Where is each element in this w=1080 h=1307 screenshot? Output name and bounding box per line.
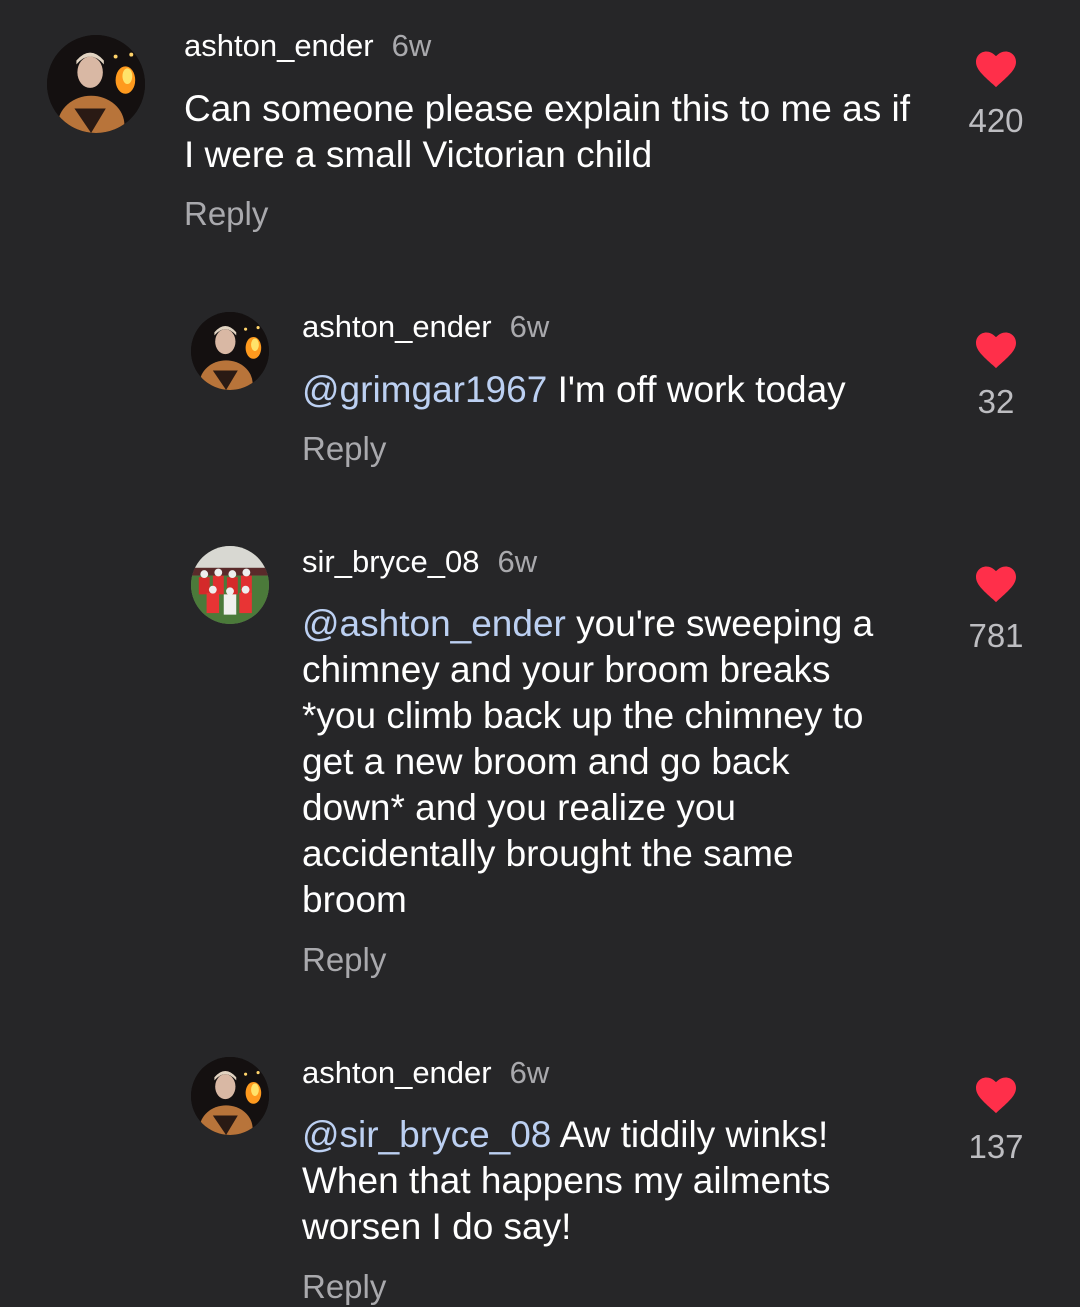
comment-body: Can someone please explain this to me as… [184, 88, 911, 175]
like-button[interactable]: 137 [951, 1074, 1041, 1166]
comment-text: @sir_bryce_08 Aw tiddily winks! When tha… [302, 1112, 902, 1250]
heart-icon [976, 332, 1016, 369]
username[interactable]: ashton_ender [184, 28, 374, 63]
like-count: 137 [968, 1128, 1024, 1165]
avatar[interactable] [191, 546, 269, 624]
timestamp: 6w [509, 1055, 550, 1090]
comment-text: @grimgar1967 I'm off work today [302, 367, 922, 413]
avatar[interactable] [47, 35, 145, 133]
like-button[interactable]: 781 [951, 563, 1041, 655]
timestamp: 6w [391, 28, 432, 63]
reply-button[interactable]: Reply [302, 429, 386, 469]
timestamp: 6w [509, 309, 550, 344]
avatar-fire-photo-icon [191, 312, 269, 390]
avatar-fire-photo-icon [47, 35, 145, 133]
username[interactable]: ashton_ender [302, 309, 492, 344]
mention-link[interactable]: @ashton_ender [302, 603, 566, 644]
like-button[interactable]: 32 [951, 329, 1041, 421]
avatar-fire-photo-icon [191, 1057, 269, 1135]
comment-meta: ashton_ender 6w [302, 1054, 549, 1092]
avatar[interactable] [191, 1057, 269, 1135]
comment-text: Can someone please explain this to me as… [184, 86, 929, 178]
heart-icon [976, 51, 1016, 88]
comment-body: I'm off work today [547, 369, 846, 410]
reply-button[interactable]: Reply [184, 194, 268, 234]
comment-meta: sir_bryce_08 6w [302, 543, 537, 581]
comment-text: @ashton_ender you're sweeping a chimney … [302, 601, 902, 923]
like-count: 32 [977, 383, 1015, 420]
comment-meta: ashton_ender 6w [184, 27, 431, 65]
heart-icon [976, 566, 1016, 603]
comment-body: you're sweeping a chimney and your broom… [302, 603, 874, 920]
comment-meta: ashton_ender 6w [302, 308, 549, 346]
like-count: 420 [968, 102, 1024, 139]
username[interactable]: ashton_ender [302, 1055, 492, 1090]
mention-link[interactable]: @sir_bryce_08 [302, 1114, 551, 1155]
like-button[interactable]: 420 [951, 48, 1041, 140]
avatar[interactable] [191, 312, 269, 390]
like-count: 781 [968, 617, 1024, 654]
username[interactable]: sir_bryce_08 [302, 544, 479, 579]
heart-icon [976, 1077, 1016, 1114]
timestamp: 6w [497, 544, 538, 579]
avatar-football-team-photo-icon [191, 546, 269, 624]
reply-button[interactable]: Reply [302, 940, 386, 980]
reply-button[interactable]: Reply [302, 1267, 386, 1307]
mention-link[interactable]: @grimgar1967 [302, 369, 547, 410]
